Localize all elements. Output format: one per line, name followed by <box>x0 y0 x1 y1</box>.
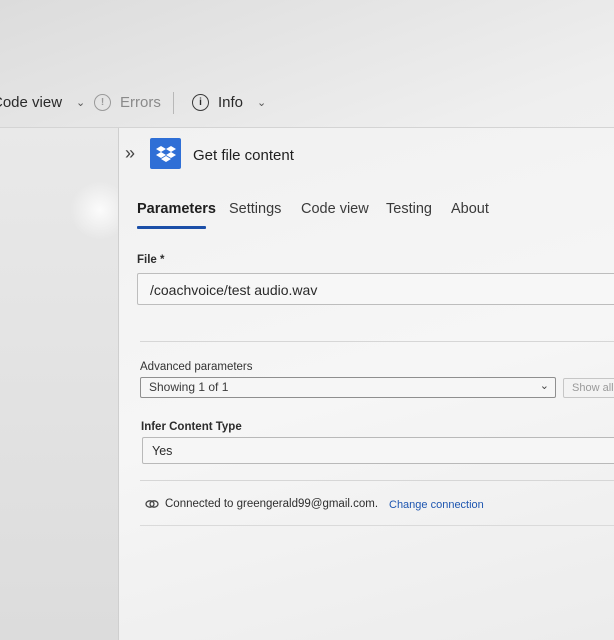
errors-label: Errors <box>120 94 161 111</box>
section-divider <box>140 525 614 526</box>
tab-settings[interactable]: Settings <box>229 201 281 217</box>
file-input-value: /coachvoice/test audio.wav <box>150 282 318 298</box>
advanced-parameters-value: Showing 1 of 1 <box>149 380 229 394</box>
connection-status-text: Connected to greengerald99@gmail.com. <box>165 498 379 510</box>
top-toolbar: Code view ⌄ ! Errors i Info ⌄ <box>0 82 614 126</box>
toolbar-divider <box>173 92 174 114</box>
info-menu[interactable]: i Info ⌄ <box>192 94 266 111</box>
infer-content-type-label: Infer Content Type <box>141 421 242 433</box>
dropbox-logo-icon <box>155 145 176 162</box>
error-icon: ! <box>94 94 111 111</box>
section-divider <box>140 341 614 342</box>
chevron-down-icon: ⌄ <box>76 97 86 109</box>
dropbox-icon <box>150 138 181 169</box>
advanced-parameters-label: Advanced parameters <box>140 361 253 373</box>
change-connection-link[interactable]: Change connection <box>389 499 484 511</box>
file-input[interactable]: /coachvoice/test audio.wav <box>137 273 614 305</box>
file-field-label: File * <box>137 254 165 266</box>
link-icon <box>145 500 159 508</box>
infer-content-type-value: Yes <box>152 444 173 458</box>
code-view-menu[interactable]: Code view ⌄ <box>0 94 85 111</box>
advanced-parameters-dropdown[interactable]: Showing 1 of 1 ⌄ <box>140 377 556 398</box>
tab-about[interactable]: About <box>451 201 489 217</box>
tab-parameters[interactable]: Parameters <box>137 201 216 217</box>
info-icon: i <box>192 94 209 111</box>
active-tab-indicator <box>137 226 206 229</box>
section-divider <box>140 480 614 481</box>
collapse-pane-icon[interactable]: » <box>125 144 135 162</box>
chevron-down-icon: ⌄ <box>257 97 267 109</box>
screen: Code view ⌄ ! Errors i Info ⌄ » Get file… <box>0 0 614 640</box>
errors-button[interactable]: ! Errors <box>94 94 161 111</box>
infer-content-type-dropdown[interactable]: Yes <box>142 437 614 464</box>
chevron-down-icon: ⌄ <box>539 380 549 392</box>
show-all-button[interactable]: Show all <box>563 378 614 398</box>
info-label: Info <box>218 94 244 111</box>
action-title[interactable]: Get file content <box>193 147 294 164</box>
tab-code-view[interactable]: Code view <box>301 201 369 217</box>
code-view-label: Code view <box>0 94 63 111</box>
tab-testing[interactable]: Testing <box>386 201 432 217</box>
